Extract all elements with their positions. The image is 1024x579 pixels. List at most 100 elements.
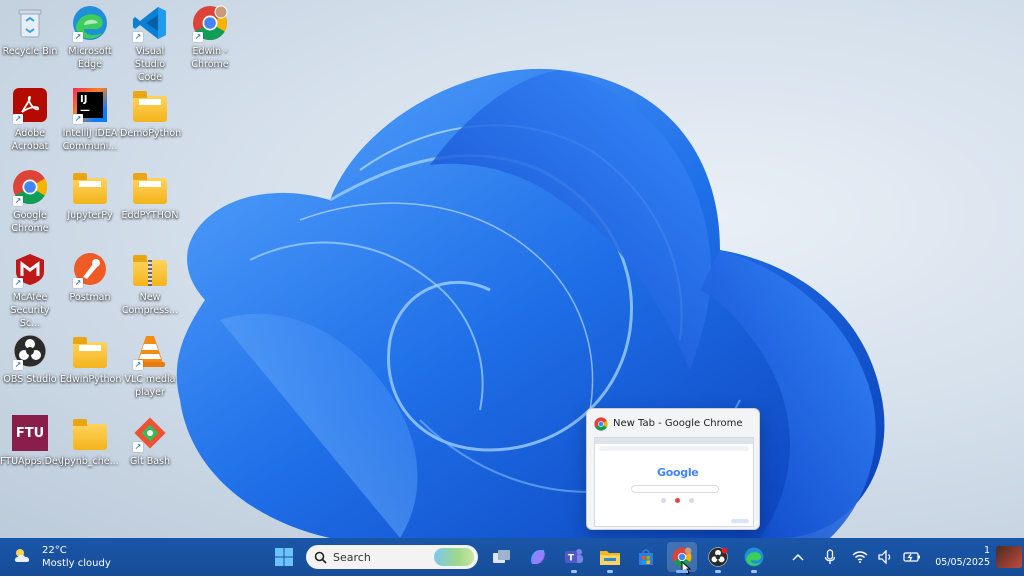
taskbar-obs-studio[interactable] xyxy=(703,542,733,573)
desktop-icon-vscode[interactable]: ↗ Visual Studio Code xyxy=(120,4,180,84)
wifi-icon xyxy=(852,551,868,563)
chrome-icon: ↗ xyxy=(11,168,49,206)
running-indicator xyxy=(571,570,577,573)
task-view-button[interactable] xyxy=(487,542,517,572)
mcafee-icon: ↗ xyxy=(11,250,49,288)
desktop-icon-label: JupyterPy xyxy=(67,210,113,221)
weather-widget[interactable]: 22°C Mostly cloudy xyxy=(12,542,111,572)
search-icon xyxy=(314,551,327,564)
folder-icon xyxy=(71,332,109,370)
desktop-icon-adobe-acrobat[interactable]: ↗ Adobe Acrobat xyxy=(0,86,60,153)
clock-date: 05/05/2025 xyxy=(935,557,990,568)
desktop-icon-label: New Compress... xyxy=(121,292,179,316)
desktop-icon-edwin-chrome[interactable]: ↗ Edwin - Chrome xyxy=(180,4,240,71)
taskbar-search-box[interactable]: Search xyxy=(306,545,478,569)
shortcut-arrow-icon: ↗ xyxy=(13,196,23,206)
desktop-icon-demopython[interactable]: DemoPython xyxy=(120,86,182,140)
shortcut-arrow-icon: ↗ xyxy=(73,278,83,288)
system-tray: 1 05/05/2025 xyxy=(785,538,1024,576)
folder-icon xyxy=(71,168,109,206)
chrome-profile-icon: ↗ xyxy=(191,4,229,42)
desktop-icon-label: Git Bash xyxy=(129,456,171,467)
folder-icon xyxy=(131,168,169,206)
desktop-icon-ftuapps[interactable]: FTU FTUApps.Dev xyxy=(0,414,64,468)
taskbar-microsoft-edge[interactable] xyxy=(739,542,769,573)
recycle-bin-icon xyxy=(11,4,49,42)
taskbar-apps: Search T xyxy=(266,540,772,575)
windows-logo-icon xyxy=(275,548,293,566)
svg-text:T: T xyxy=(568,554,575,564)
postman-icon: ↗ xyxy=(71,250,109,288)
shortcut-arrow-icon: ↗ xyxy=(133,442,143,452)
running-indicator xyxy=(751,570,757,573)
desktop-icon-vlc[interactable]: ↗ VLC media player xyxy=(120,332,180,399)
desktop-icon-label: DemoPython xyxy=(120,128,182,139)
task-view-icon xyxy=(493,550,510,563)
desktop-icon-jupyterpy[interactable]: JupyterPy xyxy=(60,168,120,222)
desktop-icon-label: VLC media player xyxy=(124,374,176,398)
folder-icon xyxy=(71,414,109,452)
taskbar-microsoft-store[interactable] xyxy=(631,542,661,572)
desktop-icon-microsoft-edge[interactable]: ↗ Microsoft Edge xyxy=(60,4,120,71)
file-explorer-icon xyxy=(600,551,620,565)
adobe-acrobat-icon: ↗ xyxy=(11,86,49,124)
copilot-icon xyxy=(531,550,545,564)
desktop-icon-google-chrome[interactable]: ↗ Google Chrome xyxy=(0,168,60,235)
microphone-button[interactable] xyxy=(819,546,841,568)
microphone-icon xyxy=(825,549,836,564)
desktop-icon-postman[interactable]: ↗ Postman xyxy=(60,250,120,304)
running-indicator xyxy=(607,570,613,573)
volume-button[interactable] xyxy=(875,546,897,568)
obs-studio-icon xyxy=(708,547,728,567)
vscode-icon: ↗ xyxy=(131,4,169,42)
edge-icon: ↗ xyxy=(71,4,109,42)
chrome-window-preview[interactable]: New Tab - Google Chrome Google xyxy=(586,408,760,530)
running-indicator xyxy=(715,570,721,573)
desktop-icon-label: Jpynb_che... xyxy=(61,456,119,467)
desktop-icon-label: EddPYTHON xyxy=(121,210,179,221)
taskbar-clock[interactable]: 1 05/05/2025 xyxy=(935,545,990,569)
desktop-icon-label: FTUApps.Dev xyxy=(0,456,64,467)
desktop-icon-intellij[interactable]: IJ — ↗ IntelliJ IDEA Communi... xyxy=(60,86,120,153)
taskbar: 22°C Mostly cloudy Search T 1 05/05/2025 xyxy=(0,538,1024,576)
desktop-icon-new-compressed[interactable]: New Compress... xyxy=(120,250,180,317)
start-button[interactable] xyxy=(269,542,299,572)
desktop-icon-label: McAfee Security Sc... xyxy=(10,292,50,329)
desktop-icon-jpynb[interactable]: Jpynb_che... xyxy=(60,414,120,468)
edge-icon xyxy=(744,547,764,567)
battery-charging-icon xyxy=(903,552,921,562)
desktop-icon-git-bash[interactable]: ↗ Git Bash xyxy=(120,414,180,468)
desktop-icon-edwinpython[interactable]: EdwinPython xyxy=(60,332,122,386)
show-hidden-icons-button[interactable] xyxy=(787,546,809,568)
desktop-icon-eddpython[interactable]: EddPYTHON xyxy=(120,168,180,222)
battery-button[interactable] xyxy=(901,546,923,568)
clock-time: 1 xyxy=(983,545,990,556)
desktop-icon-label: Adobe Acrobat xyxy=(11,128,49,152)
taskbar-file-explorer[interactable] xyxy=(595,542,625,573)
desktop-icon-mcafee[interactable]: ↗ McAfee Security Sc... xyxy=(0,250,60,330)
folder-icon xyxy=(131,86,169,124)
obs-studio-icon: ↗ xyxy=(11,332,49,370)
speaker-icon xyxy=(878,550,891,564)
shortcut-arrow-icon: ↗ xyxy=(133,360,143,370)
network-button[interactable] xyxy=(849,546,871,568)
zip-folder-icon xyxy=(131,250,169,288)
preview-thumbnail: Google xyxy=(594,437,754,527)
ftu-icon: FTU xyxy=(11,414,49,452)
running-indicator xyxy=(676,570,688,573)
shortcut-arrow-icon: ↗ xyxy=(133,32,143,42)
desktop-icon-label: EdwinPython xyxy=(60,374,122,385)
taskbar-teams[interactable]: T xyxy=(559,542,589,573)
desktop-icon-obs-studio[interactable]: ↗ OBS Studio xyxy=(0,332,60,386)
desktop-icon-label: Recycle Bin xyxy=(2,46,58,57)
desktop-icon-recycle-bin[interactable]: Recycle Bin xyxy=(0,4,60,58)
desktop-icon-label: Visual Studio Code xyxy=(134,46,166,83)
chevron-up-icon xyxy=(792,553,804,561)
taskbar-google-chrome[interactable] xyxy=(667,542,697,575)
preview-google-logo: Google xyxy=(657,466,699,479)
weather-description: Mostly cloudy xyxy=(42,558,111,569)
taskbar-copilot[interactable] xyxy=(523,542,553,572)
notification-avatar-icon[interactable] xyxy=(996,546,1022,568)
desktop-icon-label: Postman xyxy=(69,292,111,303)
desktop-icon-label: Google Chrome xyxy=(11,210,49,234)
